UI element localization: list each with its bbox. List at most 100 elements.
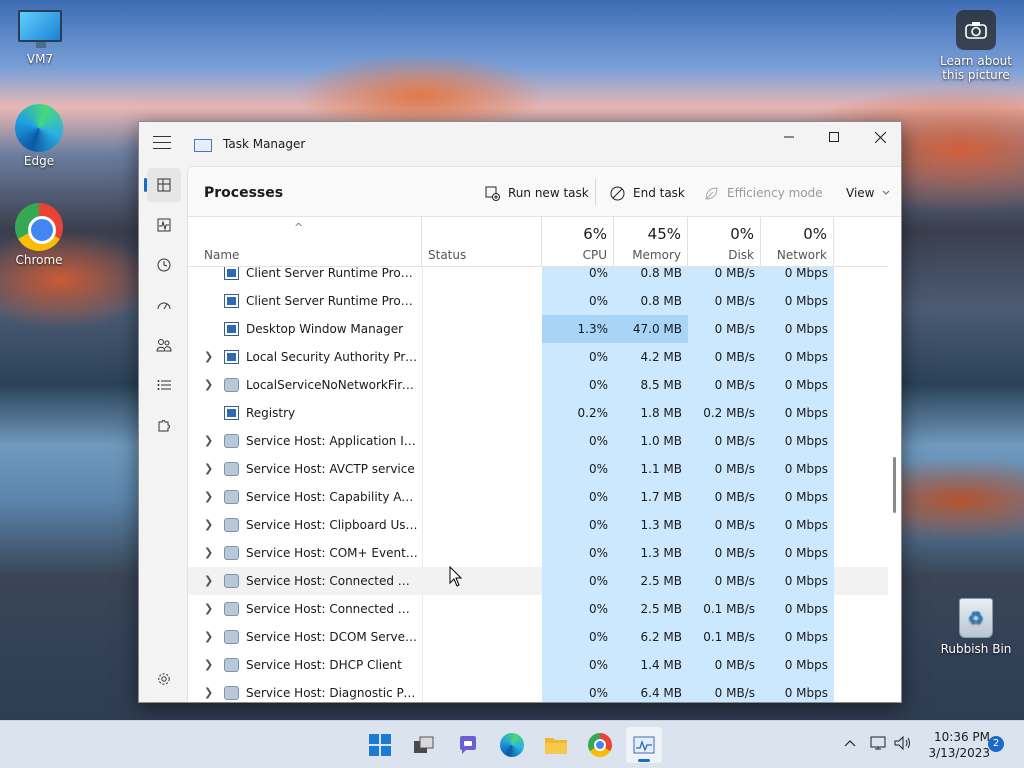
close-button[interactable] (857, 122, 901, 152)
chat-button[interactable] (450, 727, 486, 763)
chevron-right-icon[interactable]: ❯ (204, 595, 216, 623)
network-value: 0 Mbps (761, 623, 834, 651)
nav-users[interactable] (147, 328, 181, 362)
chevron-right-icon[interactable]: ❯ (204, 343, 216, 371)
desktop-icon-edge[interactable]: Edge (1, 104, 77, 168)
taskbar-edge[interactable] (494, 727, 530, 763)
process-row[interactable]: ❯ Service Host: Clipboard User S... 0%1.3 … (188, 511, 888, 539)
memory-value: 0.8 MB (614, 267, 688, 287)
disk-value: 0.1 MB/s (688, 595, 761, 623)
nav-services[interactable] (147, 408, 181, 442)
notification-badge[interactable]: 2 (988, 736, 1004, 752)
network-status-button[interactable] (870, 735, 888, 755)
edge-icon (15, 104, 63, 152)
task-view-button[interactable] (406, 727, 442, 763)
chat-icon (460, 736, 476, 754)
end-task-button[interactable]: End task (610, 182, 685, 204)
page-title: Processes (204, 185, 284, 201)
minimize-button[interactable] (766, 122, 812, 152)
desktop-icon-rubbish-bin[interactable]: ♻ Rubbish Bin (936, 598, 1016, 656)
process-row[interactable]: ❯ Service Host: Capability Acces... 0%1.7 … (188, 483, 888, 511)
process-name: Registry (246, 406, 296, 420)
process-name: Service Host: Application Infor... (246, 434, 418, 448)
chevron-right-icon[interactable]: ❯ (204, 371, 216, 399)
taskbar-task-manager[interactable] (626, 727, 662, 763)
view-dropdown[interactable]: View (846, 182, 890, 204)
nav-performance[interactable] (147, 208, 181, 242)
run-new-task-button[interactable]: Run new task (485, 182, 589, 204)
desktop-icon-vm7[interactable]: VM7 (2, 10, 78, 66)
memory-value: 1.4 MB (614, 651, 688, 679)
chevron-right-icon[interactable]: ❯ (204, 651, 216, 679)
chevron-right-icon[interactable]: ❯ (204, 623, 216, 651)
chevron-right-icon[interactable]: ❯ (204, 539, 216, 567)
disk-value: 0 MB/s (688, 315, 761, 343)
disk-value: 0 MB/s (688, 511, 761, 539)
column-header-name[interactable]: ^ Name (188, 217, 422, 267)
nav-settings[interactable] (147, 662, 181, 696)
disk-value: 0 MB/s (688, 427, 761, 455)
process-row[interactable]: ❯ Service Host: Connected Devi... 0% 2.5 MB… (188, 567, 888, 595)
process-row[interactable]: Client Server Runtime Process 0% 0.8 MB 0 M… (188, 287, 888, 315)
volume-button[interactable] (894, 735, 912, 755)
column-header-memory[interactable]: 45% Memory (614, 217, 688, 267)
sidebar (139, 166, 187, 702)
process-row[interactable]: ❯ Service Host: AVCTP service 0% 1.1 MB 0 MB… (188, 455, 888, 483)
clock[interactable]: 10:36 PM 3/13/2023 (920, 729, 990, 761)
taskbar-chrome[interactable] (582, 727, 618, 763)
desktop-icon-chrome[interactable]: Chrome (1, 203, 77, 267)
taskbar-file-explorer[interactable] (538, 727, 574, 763)
disk-value: 0 MB/s (688, 455, 761, 483)
process-row[interactable]: ❯LocalServiceNoNetworkFirewa...0%8.5 MB0… (188, 371, 888, 399)
maximize-icon (829, 132, 839, 142)
run-new-task-icon (485, 186, 500, 201)
nav-app-history[interactable] (147, 248, 181, 282)
vertical-scrollbar[interactable] (893, 271, 897, 701)
column-header-network[interactable]: 0% Network (761, 217, 834, 267)
process-row[interactable]: Desktop Window Manager 1.3% 47.0 MB 0 MB/s 0… (188, 315, 888, 343)
column-label: Name (204, 248, 240, 262)
chevron-right-icon[interactable]: ❯ (204, 511, 216, 539)
chevron-right-icon[interactable]: ❯ (204, 483, 216, 511)
title-bar[interactable]: Task Manager (139, 122, 901, 166)
spotlight-learn-about[interactable]: Learn about this picture (936, 10, 1016, 82)
scrollbar-thumb[interactable] (893, 457, 896, 513)
process-row[interactable]: ❯ Service Host: DHCP Client 0% 1.4 MB 0 MB/s… (188, 651, 888, 679)
processes-icon (157, 178, 171, 192)
process-name: Client Server Runtime Process (246, 267, 418, 280)
process-row[interactable]: ❯ Service Host: DCOM Server Pr... 0% 6.2 MB… (188, 623, 888, 651)
process-row[interactable]: ❯ Local Security Authority Proce... 0%4.2 … (188, 343, 888, 371)
chevron-right-icon[interactable]: ❯ (204, 679, 216, 702)
network-total: 0% (803, 225, 827, 243)
end-task-label: End task (633, 186, 685, 200)
desktop-icon-label: Chrome (15, 253, 63, 267)
cpu-value: 0% (542, 343, 614, 371)
column-header-cpu[interactable]: 6% CPU (542, 217, 614, 267)
nav-startup-apps[interactable] (147, 288, 181, 322)
maximize-button[interactable] (811, 122, 857, 152)
spotlight-label: this picture (942, 68, 1010, 82)
speaker-icon (894, 735, 910, 751)
nav-details[interactable] (147, 368, 181, 402)
nav-processes[interactable] (144, 168, 181, 202)
disk-value: 0 MB/s (688, 679, 761, 702)
column-header-disk[interactable]: 0% Disk (688, 217, 761, 267)
process-row[interactable]: ❯ Service Host: Diagnostic Polic... 0% 6.4 … (188, 679, 888, 702)
process-row[interactable]: ❯ Service Host: Application Infor... 0%1.0… (188, 427, 888, 455)
efficiency-mode-button[interactable]: Efficiency mode (704, 182, 823, 204)
hamburger-menu-icon[interactable] (153, 136, 171, 150)
column-label: Network (776, 248, 827, 262)
process-row[interactable]: ❯ Service Host: Connected Devi... 0% 2.5 MB… (188, 595, 888, 623)
process-row[interactable]: Client Server Runtime Process 0% 0.8 MB 0 M… (188, 267, 888, 287)
show-hidden-icons-button[interactable] (844, 735, 856, 751)
chevron-right-icon[interactable]: ❯ (204, 427, 216, 455)
disk-value: 0 MB/s (688, 539, 761, 567)
process-row[interactable]: Registry 0.2% 1.8 MB 0.2 MB/s 0 Mbps (188, 399, 888, 427)
chevron-right-icon[interactable]: ❯ (204, 567, 216, 595)
column-header-status[interactable]: Status (422, 217, 542, 267)
memory-value: 6.2 MB (614, 623, 688, 651)
chevron-right-icon[interactable]: ❯ (204, 455, 216, 483)
start-button[interactable] (362, 727, 398, 763)
process-row[interactable]: ❯ Service Host: COM+ Event Sys... 0%1.3 MB… (188, 539, 888, 567)
network-value: 0 Mbps (761, 679, 834, 702)
